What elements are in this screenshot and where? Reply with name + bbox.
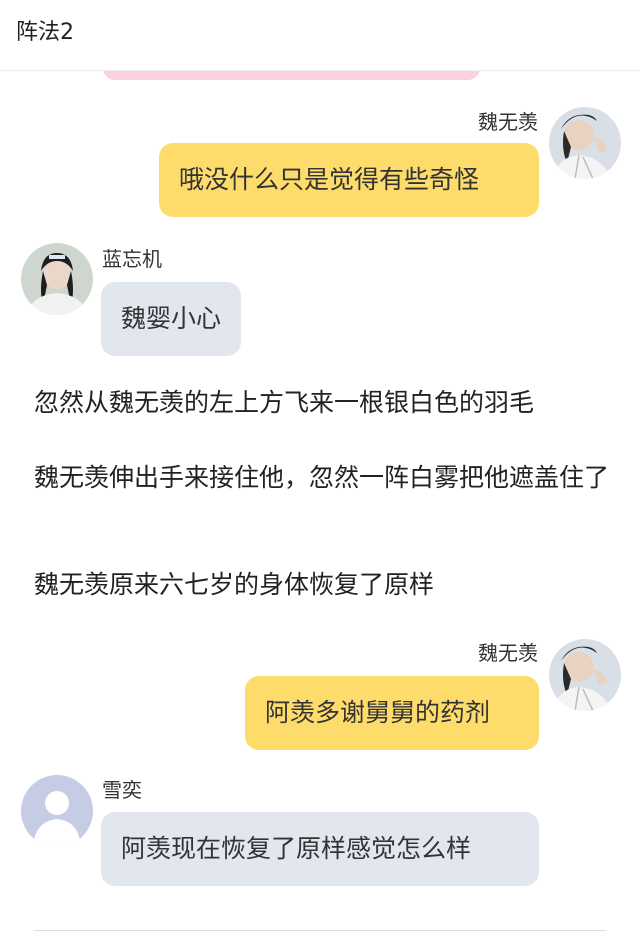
divider xyxy=(34,930,606,931)
message-bubble[interactable]: 阿羡现在恢复了原样感觉怎么样 xyxy=(101,812,539,886)
chat-screen: 阵法2 魏无羡 哦没什么只是觉得有些奇怪 蓝忘机 魏婴小心 忽然从魏无羡的左上方… xyxy=(0,0,640,933)
character-portrait-icon[interactable] xyxy=(549,639,621,711)
narration-text: 魏无羡原来六七岁的身体恢复了原样 xyxy=(34,570,435,599)
sender-name: 魏无羡 xyxy=(478,641,538,665)
message-bubble[interactable]: 魏婴小心 xyxy=(101,282,242,356)
character-portrait-icon[interactable] xyxy=(549,107,621,179)
sender-name: 雪奕 xyxy=(102,778,142,802)
message-bubble[interactable]: 阿羡多谢舅舅的药剂 xyxy=(245,676,539,750)
narration-text: 魏无羡伸出手来接住他，忽然一阵白雾把他遮盖住了 xyxy=(34,463,610,492)
default-user-icon[interactable] xyxy=(21,775,93,847)
sender-name: 魏无羡 xyxy=(478,110,538,134)
page-title: 阵法2 xyxy=(16,20,74,45)
top-bar: 阵法2 xyxy=(0,0,640,71)
message-bubble[interactable]: 哦没什么只是觉得有些奇怪 xyxy=(159,143,539,217)
narration-text: 忽然从魏无羡的左上方飞来一根银白色的羽毛 xyxy=(34,388,535,417)
sender-name: 蓝忘机 xyxy=(102,247,162,271)
character-portrait-icon[interactable] xyxy=(21,243,93,315)
